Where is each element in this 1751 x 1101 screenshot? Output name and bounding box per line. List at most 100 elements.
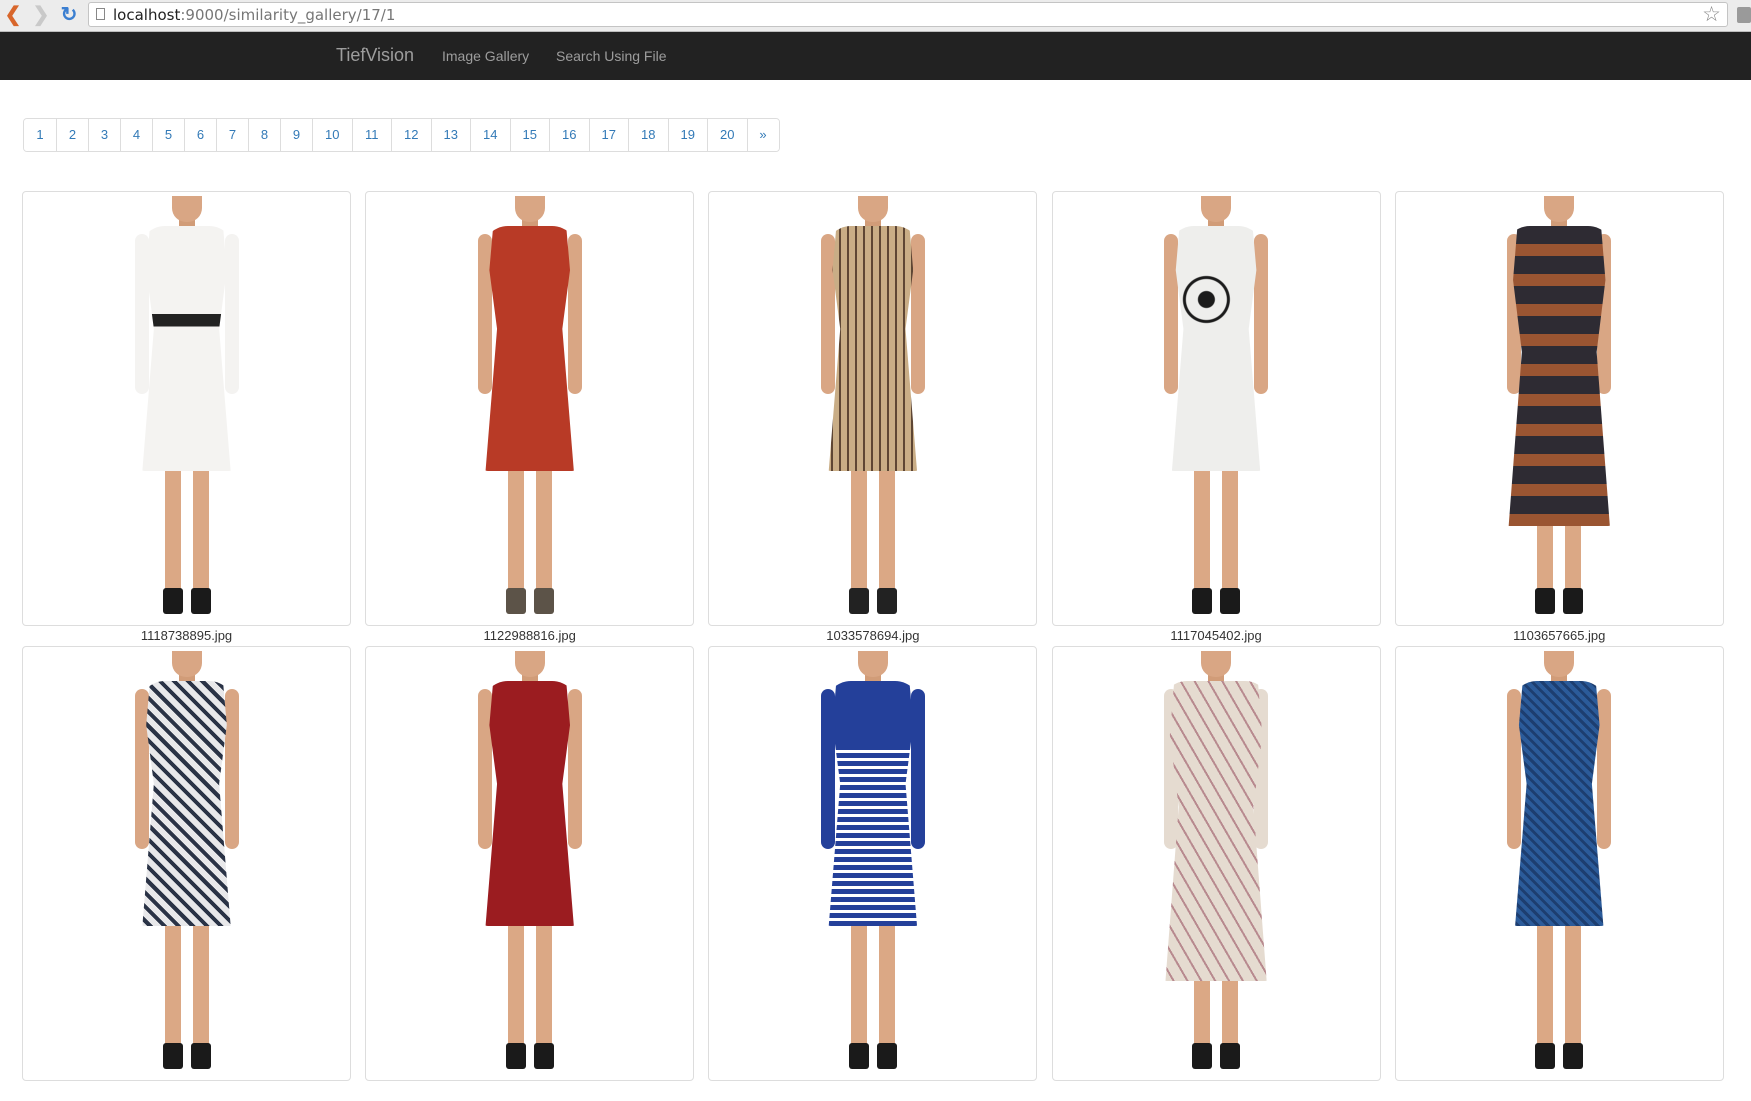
shoe [876, 588, 897, 614]
leg [507, 916, 524, 1051]
dress-image-thumbnail[interactable] [1051, 191, 1381, 626]
dress [485, 226, 574, 471]
model-figure [1489, 196, 1629, 625]
page-link-5[interactable]: 5 [152, 119, 184, 151]
page-link-4[interactable]: 4 [120, 119, 152, 151]
arm [477, 689, 492, 849]
back-icon[interactable]: ❮ [2, 3, 24, 27]
leg [192, 461, 209, 596]
arm [1507, 689, 1522, 849]
model-figure [117, 196, 257, 625]
dress-image-thumbnail[interactable] [708, 191, 1038, 626]
nav-search-using-file[interactable]: Search Using File [556, 48, 667, 64]
shoe [505, 588, 526, 614]
next-page-link[interactable]: » [746, 119, 779, 151]
dress-image-thumbnail[interactable] [22, 646, 351, 1081]
browser-toolbar: ❮ ❯ ↻ localhost:9000/similarity_gallery/… [0, 0, 1751, 32]
leg [1537, 516, 1554, 596]
forward-icon[interactable]: ❯ [30, 3, 52, 27]
leg [878, 916, 895, 1051]
gallery-item [708, 646, 1038, 1101]
dress-image-thumbnail[interactable] [708, 646, 1038, 1081]
bookmark-star-icon[interactable]: ☆ [1702, 3, 1721, 27]
shoe [848, 588, 869, 614]
page-link-8[interactable]: 8 [248, 119, 280, 151]
page-link-11[interactable]: 11 [351, 119, 391, 151]
shoe [190, 1043, 211, 1069]
shoe [1220, 1043, 1241, 1069]
arm [134, 234, 149, 394]
page-link-12[interactable]: 12 [391, 119, 431, 151]
dress [1171, 226, 1261, 471]
leg [850, 461, 867, 596]
gallery-item: 1118738895.jpg [22, 191, 351, 646]
gallery-item: 1103657665.jpg [1394, 191, 1724, 646]
page-link-2[interactable]: 2 [56, 119, 88, 151]
shoe [533, 588, 554, 614]
navbar: TiefVision Image Gallery Search Using Fi… [0, 32, 1751, 80]
head [857, 196, 888, 222]
nav-image-gallery[interactable]: Image Gallery [442, 48, 529, 64]
url-text[interactable]: localhost:9000/similarity_gallery/17/1 [113, 6, 395, 24]
dress-image-thumbnail[interactable] [1394, 191, 1724, 626]
model-figure [803, 651, 943, 1080]
gallery-item [1051, 646, 1381, 1101]
gallery-item [1394, 646, 1724, 1101]
page-link-6[interactable]: 6 [184, 119, 216, 151]
arm [910, 689, 925, 849]
dress-image-thumbnail[interactable] [365, 191, 695, 626]
image-filename: 1033578694.jpg [826, 628, 920, 643]
model-figure [1146, 196, 1286, 625]
page-link-20[interactable]: 20 [707, 119, 747, 151]
model-figure [117, 651, 257, 1080]
image-filename: 1122988816.jpg [483, 628, 576, 643]
leg [1194, 461, 1211, 596]
arm [1164, 234, 1179, 394]
dress-image-thumbnail[interactable] [22, 191, 351, 626]
leg [1222, 461, 1239, 596]
head [1544, 196, 1575, 222]
head [514, 651, 545, 677]
shoe [1563, 1043, 1584, 1069]
head [1201, 196, 1232, 222]
leg [1565, 516, 1582, 596]
page-link-19[interactable]: 19 [667, 119, 707, 151]
page-link-16[interactable]: 16 [549, 119, 589, 151]
pagination: 1 2 3 4 5 6 7 8 9 10 11 12 13 14 15 16 17 18 19 20» [23, 118, 780, 152]
model-figure [1489, 651, 1629, 1080]
arm [224, 234, 239, 394]
address-bar[interactable]: localhost:9000/similarity_gallery/17/1 ☆ [88, 2, 1728, 27]
brand-link[interactable]: TiefVision [336, 45, 414, 66]
extension-icon[interactable] [1737, 7, 1751, 23]
page-link-14[interactable]: 14 [470, 119, 510, 151]
head [857, 651, 888, 677]
page-link-7[interactable]: 7 [216, 119, 248, 151]
page-link-10[interactable]: 10 [312, 119, 352, 151]
shoe [1535, 1043, 1556, 1069]
arm [477, 234, 492, 394]
page-link-15[interactable]: 15 [509, 119, 549, 151]
leg [164, 461, 181, 596]
page-link-17[interactable]: 17 [588, 119, 628, 151]
page-link-18[interactable]: 18 [628, 119, 668, 151]
leg [535, 461, 552, 596]
arm [820, 234, 835, 394]
leg [164, 916, 181, 1051]
dress-image-thumbnail[interactable] [1394, 646, 1724, 1081]
page-link-9[interactable]: 9 [280, 119, 312, 151]
arm [910, 234, 925, 394]
model-figure [460, 651, 600, 1080]
dress-image-thumbnail[interactable] [1051, 646, 1381, 1081]
shoe [876, 1043, 897, 1069]
dress-image-thumbnail[interactable] [365, 646, 695, 1081]
gallery-item: 1117045402.jpg [1051, 191, 1381, 646]
page-link-3[interactable]: 3 [88, 119, 120, 151]
dress [1165, 681, 1267, 981]
reload-icon[interactable]: ↻ [58, 3, 80, 27]
leg [1222, 971, 1239, 1051]
head [171, 651, 202, 677]
shoe [1192, 588, 1213, 614]
page-link-13[interactable]: 13 [430, 119, 470, 151]
page-link-1[interactable]: 1 [24, 119, 56, 151]
leg [1565, 916, 1582, 1051]
